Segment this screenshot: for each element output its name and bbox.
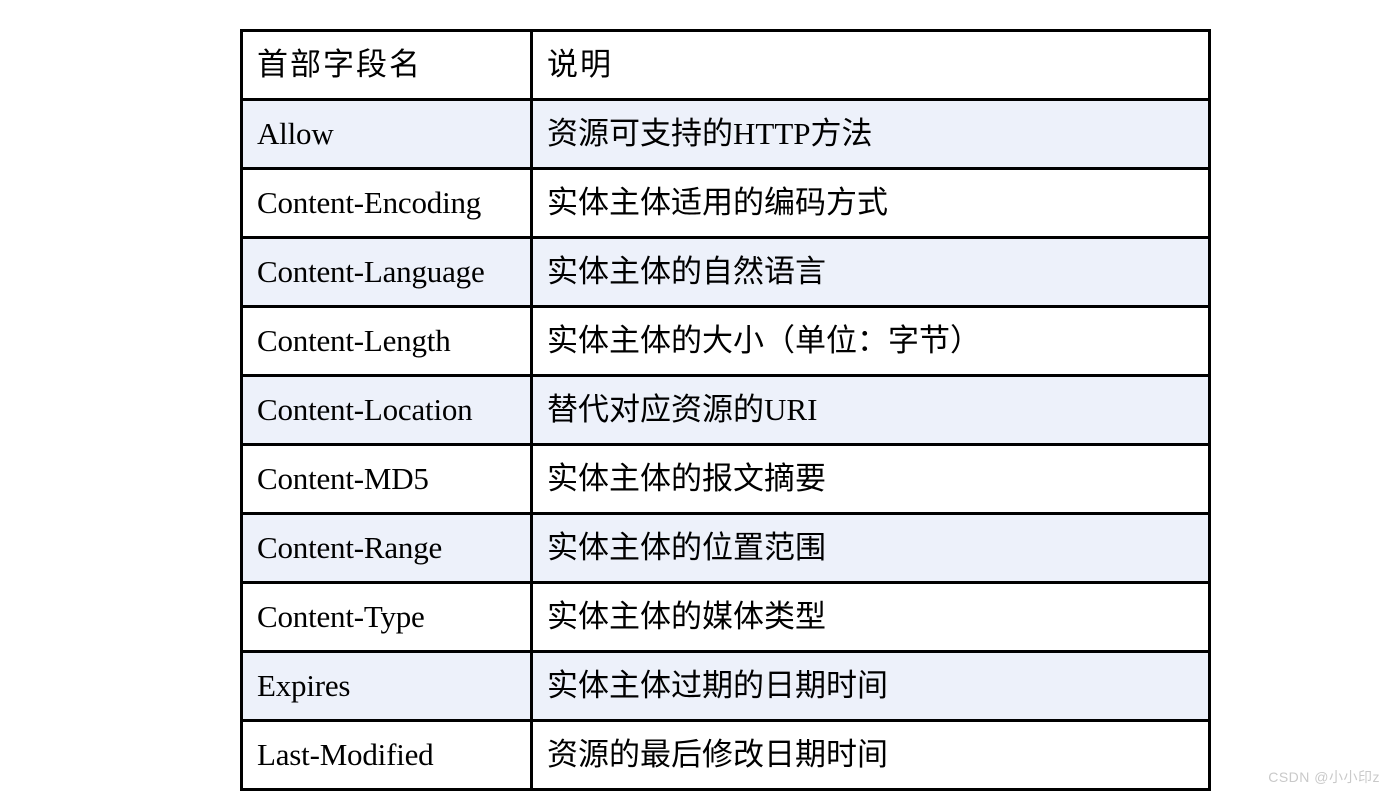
table-row: Last-Modified 资源的最后修改日期时间 <box>240 719 1211 791</box>
table-row: Content-Range 实体主体的位置范围 <box>240 512 1211 584</box>
table-row: Content-Location 替代对应资源的URI <box>240 374 1211 446</box>
csdn-watermark: CSDN @小小印z <box>1268 769 1380 785</box>
description-cell: 资源的最后修改日期时间 <box>530 719 1211 791</box>
table-body: 首部字段名 说明 Allow 资源可支持的HTTP方法 Content-Enco… <box>240 29 1211 791</box>
description-cell: 实体主体过期的日期时间 <box>530 650 1211 722</box>
field-name-cell: Content-Language <box>240 236 533 308</box>
field-name-cell: Expires <box>240 650 533 722</box>
description-cell: 实体主体适用的编码方式 <box>530 167 1211 239</box>
table-row: Allow 资源可支持的HTTP方法 <box>240 98 1211 170</box>
table-row: Content-MD5 实体主体的报文摘要 <box>240 443 1211 515</box>
description-cell: 资源可支持的HTTP方法 <box>530 98 1211 170</box>
description-cell: 实体主体的自然语言 <box>530 236 1211 308</box>
description-cell: 替代对应资源的URI <box>530 374 1211 446</box>
table-row: Expires 实体主体过期的日期时间 <box>240 650 1211 722</box>
table-row: Content-Length 实体主体的大小（单位：字节） <box>240 305 1211 377</box>
field-name-cell: Content-Length <box>240 305 533 377</box>
field-name-cell: Content-Location <box>240 374 533 446</box>
table-row: Content-Encoding 实体主体适用的编码方式 <box>240 167 1211 239</box>
column-header-field-name: 首部字段名 <box>240 29 533 101</box>
description-cell: 实体主体的位置范围 <box>530 512 1211 584</box>
field-name-cell: Content-Range <box>240 512 533 584</box>
http-entity-header-table-wrapper: 首部字段名 说明 Allow 资源可支持的HTTP方法 Content-Enco… <box>240 29 1211 791</box>
document-page: 首部字段名 说明 Allow 资源可支持的HTTP方法 Content-Enco… <box>0 0 1392 795</box>
table-header-row: 首部字段名 说明 <box>240 29 1211 101</box>
description-cell: 实体主体的报文摘要 <box>530 443 1211 515</box>
field-name-cell: Content-Encoding <box>240 167 533 239</box>
table-row: Content-Language 实体主体的自然语言 <box>240 236 1211 308</box>
column-header-description: 说明 <box>530 29 1211 101</box>
http-entity-header-table: 首部字段名 说明 Allow 资源可支持的HTTP方法 Content-Enco… <box>240 29 1211 791</box>
field-name-cell: Content-Type <box>240 581 533 653</box>
field-name-cell: Allow <box>240 98 533 170</box>
table-row: Content-Type 实体主体的媒体类型 <box>240 581 1211 653</box>
description-cell: 实体主体的媒体类型 <box>530 581 1211 653</box>
description-cell: 实体主体的大小（单位：字节） <box>530 305 1211 377</box>
field-name-cell: Last-Modified <box>240 719 533 791</box>
field-name-cell: Content-MD5 <box>240 443 533 515</box>
